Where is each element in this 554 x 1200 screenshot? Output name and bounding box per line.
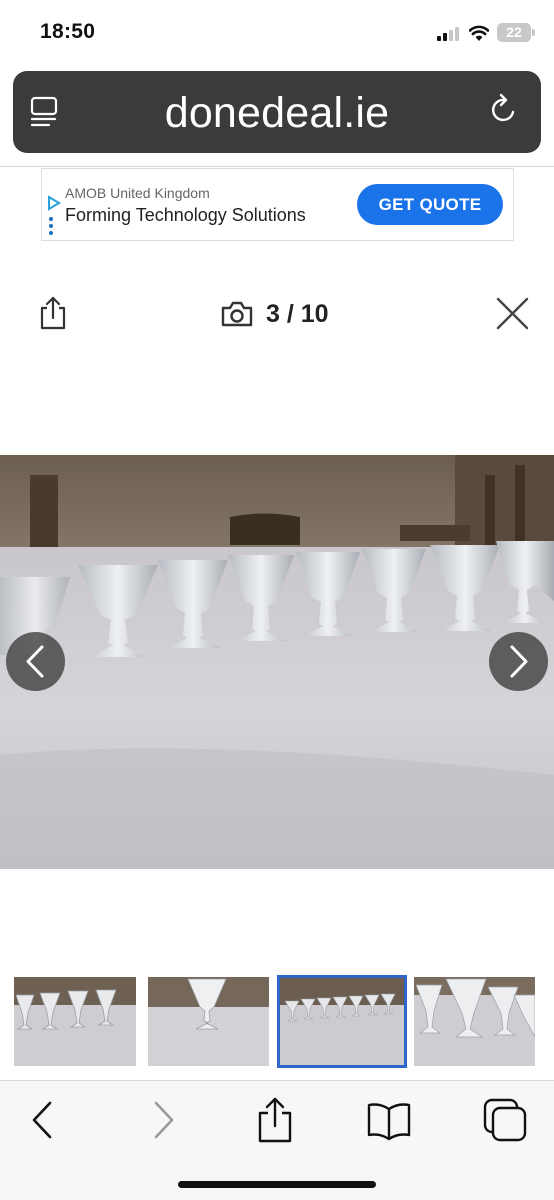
share-icon[interactable] [252,1097,298,1143]
reader-icon[interactable] [29,95,59,129]
cellular-signal-icon [437,27,461,41]
tabs-icon[interactable] [482,1097,528,1143]
close-icon[interactable] [495,296,530,331]
previous-image-button[interactable] [6,632,65,691]
camera-icon [221,301,253,327]
thumbnail-2[interactable] [148,977,269,1066]
status-bar: 18:50 22 [0,0,554,64]
get-quote-button[interactable]: GET QUOTE [357,184,503,225]
thumbnail-4[interactable] [414,977,535,1066]
ad-banner[interactable]: AMOB United Kingdom Forming Technology S… [41,168,514,241]
ad-sponsor: AMOB United Kingdom [65,185,210,201]
next-image-button[interactable] [489,632,548,691]
chevron-right-icon [510,645,528,678]
share-icon[interactable] [38,296,68,330]
image-counter-text: 3 / 10 [266,299,329,328]
forward-icon[interactable] [139,1097,185,1143]
image-counter: 3 / 10 [220,298,329,330]
address-bar[interactable]: donedeal.ie [13,71,541,153]
reload-icon[interactable] [487,93,521,127]
wifi-icon [469,25,489,41]
ad-choices-icon[interactable] [45,195,61,239]
chevron-left-icon [26,645,44,678]
address-text[interactable]: donedeal.ie [73,89,481,138]
home-indicator [178,1181,376,1188]
battery-indicator: 22 [497,23,535,42]
thumbnail-3[interactable] [277,975,407,1068]
main-photo[interactable] [0,455,554,869]
thumbnail-1[interactable] [14,977,136,1066]
status-time: 18:50 [40,20,96,43]
back-icon[interactable] [21,1097,67,1143]
book-icon[interactable] [366,1097,412,1143]
ad-headline[interactable]: Forming Technology Solutions [65,205,306,226]
header-divider [0,166,554,167]
